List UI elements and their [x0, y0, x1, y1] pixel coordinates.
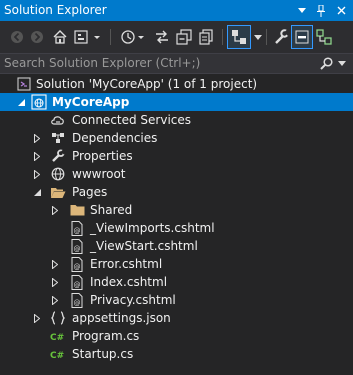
collapsed-arrow-icon[interactable]: [32, 165, 42, 183]
back-icon[interactable]: [8, 26, 26, 48]
svg-text:@: @: [74, 245, 81, 253]
collapsed-arrow-icon[interactable]: [50, 273, 60, 291]
toolbar-separator: [266, 29, 267, 45]
wrench-icon: [50, 147, 66, 165]
solution-icon: [16, 75, 32, 93]
tree-item-wwwroot[interactable]: wwwroot: [0, 165, 353, 183]
tree-item-label: wwwroot: [72, 167, 126, 181]
svg-text:@: @: [74, 227, 81, 235]
dependencies-icon: [50, 129, 66, 147]
tree-item-viewimports[interactable]: @ _ViewImports.cshtml: [0, 219, 353, 237]
tree-item-label: appsettings.json: [72, 311, 171, 325]
razor-file-icon: @: [69, 237, 85, 255]
globe-icon: [50, 165, 66, 183]
tree-item-label: _ViewStart.cshtml: [90, 239, 198, 253]
razor-file-icon: @: [69, 255, 85, 273]
tree-item-label: Connected Services: [72, 113, 192, 127]
tree-item-label: MyCoreApp: [52, 95, 130, 109]
search-box: [0, 53, 353, 74]
pin-active-icon[interactable]: [291, 25, 313, 49]
tree-item-properties[interactable]: Properties: [0, 147, 353, 165]
collapsed-arrow-icon[interactable]: [50, 255, 60, 273]
tree-item-index[interactable]: @ Index.cshtml: [0, 273, 353, 291]
collapsed-arrow-icon[interactable]: [50, 291, 60, 309]
collapsed-arrow-icon[interactable]: [50, 201, 60, 219]
properties-icon[interactable]: [272, 26, 290, 48]
tree-item-dependencies[interactable]: Dependencies: [0, 129, 353, 147]
svg-text:C#: C#: [50, 351, 64, 361]
search-input[interactable]: [4, 55, 314, 71]
connected-services-icon: [50, 111, 66, 129]
history-icon[interactable]: [118, 26, 148, 48]
tree-item-privacy[interactable]: @ Privacy.cshtml: [0, 291, 353, 309]
collapsed-arrow-icon[interactable]: [32, 309, 42, 327]
search-icon[interactable]: [318, 54, 334, 73]
tree-item-startup[interactable]: C# Startup.cs: [0, 345, 353, 363]
close-icon[interactable]: [333, 0, 349, 21]
toolbar: [0, 21, 353, 53]
collapsed-arrow-icon[interactable]: [32, 147, 42, 165]
title-bar: Solution Explorer: [0, 0, 353, 21]
razor-file-icon: @: [69, 291, 85, 309]
preview-selected-icon[interactable]: [227, 25, 251, 49]
web-project-icon: [31, 93, 47, 111]
expanded-arrow-icon[interactable]: [16, 93, 26, 111]
folder-open-icon: [50, 183, 66, 201]
csharp-file-icon: C#: [50, 345, 66, 363]
tree-item-viewstart[interactable]: @ _ViewStart.cshtml: [0, 237, 353, 255]
tree-item-label: Program.cs: [72, 329, 140, 343]
pin-icon[interactable]: [313, 0, 329, 21]
json-file-icon: [50, 309, 66, 327]
toolbar-separator: [222, 29, 223, 45]
tree-item-connected-services[interactable]: Connected Services: [0, 111, 353, 129]
solution-explorer-panel: Solution Explorer Search Solution Explor…: [0, 0, 353, 375]
tree-item-label: Dependencies: [72, 131, 158, 145]
tree-item-shared[interactable]: Shared: [0, 201, 353, 219]
expanded-arrow-icon[interactable]: [32, 183, 42, 201]
tree-item-label: Startup.cs: [72, 347, 134, 361]
svg-text:@: @: [74, 281, 81, 289]
switch-views-icon[interactable]: [72, 26, 104, 48]
tree-item-label: _ViewImports.cshtml: [90, 221, 215, 235]
tree-item-solution[interactable]: Solution 'MyCoreApp' (1 of 1 project): [0, 75, 353, 93]
tree-item-pages[interactable]: Pages: [0, 183, 353, 201]
chevron-down-icon[interactable]: [252, 26, 264, 48]
chevron-down-icon[interactable]: [294, 0, 310, 21]
svg-text:@: @: [74, 263, 81, 271]
tree-item-label: Privacy.cshtml: [90, 293, 176, 307]
forward-icon[interactable]: [28, 26, 46, 48]
view-class-diagram-icon[interactable]: [314, 26, 334, 48]
tree-item-program[interactable]: C# Program.cs: [0, 327, 353, 345]
show-all-files-icon[interactable]: [196, 26, 216, 48]
tree-item-label: Solution 'MyCoreApp' (1 of 1 project): [36, 77, 258, 91]
tree-item-error[interactable]: @ Error.cshtml: [0, 255, 353, 273]
sync-icon[interactable]: [152, 26, 172, 48]
chevron-down-icon[interactable]: [336, 54, 348, 73]
collapsed-arrow-icon[interactable]: [32, 129, 42, 147]
tree-item-label: Error.cshtml: [90, 257, 163, 271]
home-icon[interactable]: [50, 26, 70, 48]
collapse-all-icon[interactable]: [174, 26, 194, 48]
folder-icon: [69, 201, 85, 219]
svg-text:@: @: [74, 299, 81, 307]
svg-text:C#: C#: [50, 333, 64, 343]
tree-item-project[interactable]: MyCoreApp: [0, 93, 353, 111]
tree-item-label: Shared: [90, 203, 133, 217]
tree-item-label: Pages: [72, 185, 108, 199]
tree-item-label: Properties: [72, 149, 133, 163]
toolbar-separator: [110, 29, 111, 45]
solution-tree: Solution 'MyCoreApp' (1 of 1 project) My…: [0, 75, 353, 363]
razor-file-icon: @: [69, 273, 85, 291]
razor-file-icon: @: [69, 219, 85, 237]
panel-title: Solution Explorer: [4, 3, 107, 17]
csharp-file-icon: C#: [50, 327, 66, 345]
tree-item-label: Index.cshtml: [90, 275, 168, 289]
tree-item-appsettings[interactable]: appsettings.json: [0, 309, 353, 327]
